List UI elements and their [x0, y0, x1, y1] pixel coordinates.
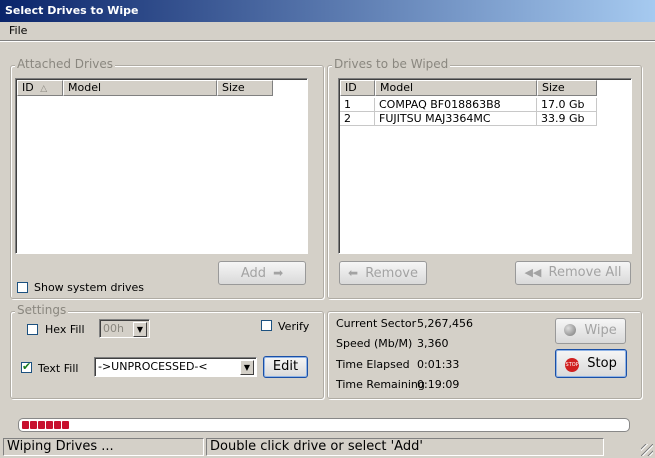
row-size: 17.0 Gb — [537, 98, 597, 112]
progress-segment — [54, 421, 61, 429]
progress-segment — [30, 421, 37, 429]
wipe-button[interactable]: Wipe — [555, 318, 626, 344]
speed-value: 3,360 — [417, 337, 449, 350]
wipe-col-model[interactable]: Model — [375, 80, 537, 96]
show-system-drives-checkbox[interactable] — [17, 282, 28, 293]
hex-fill-label: Hex Fill — [45, 323, 85, 336]
title-bar: Select Drives to Wipe — [0, 0, 655, 22]
current-sector-label: Current Sector — [336, 317, 417, 330]
status-text-right: Double click drive or select 'Add' — [206, 438, 604, 456]
edit-button[interactable]: Edit — [263, 356, 308, 378]
remove-all-button[interactable]: ◀◀ Remove All — [515, 261, 631, 285]
verify-label: Verify — [278, 320, 310, 333]
sort-ascending-icon: △ — [40, 84, 48, 94]
row-size: 33.9 Gb — [537, 112, 597, 126]
stop-sign-icon: STOP — [565, 358, 580, 372]
menu-separator — [0, 40, 655, 42]
wipe-progress-bar — [18, 418, 630, 432]
row-id: 1 — [340, 98, 375, 112]
settings-legend: Settings — [15, 303, 69, 317]
attached-col-size[interactable]: Size — [217, 80, 273, 96]
current-sector-value: 5,267,456 — [417, 317, 473, 330]
time-remaining-value: 0:19:09 — [417, 378, 460, 391]
arrow-left-icon: ⬅ — [348, 266, 359, 280]
drives-to-wipe-list[interactable]: ID Model Size 1 COMPAQ BF018863B8 17.0 G… — [338, 78, 632, 254]
add-button[interactable]: Add ➡ — [218, 261, 306, 285]
speed-label: Speed (Mb/M) — [336, 337, 413, 350]
wipe-col-id[interactable]: ID — [340, 80, 375, 96]
verify-checkbox[interactable] — [261, 320, 272, 331]
attached-col-id[interactable]: ID △ — [17, 80, 63, 96]
show-system-drives-label: Show system drives — [34, 281, 145, 294]
row-model: FUJITSU MAJ3364MC — [375, 112, 537, 126]
window-title: Select Drives to Wipe — [5, 4, 139, 17]
time-elapsed-value: 0:01:33 — [417, 358, 460, 371]
time-elapsed-label: Time Elapsed — [336, 358, 410, 371]
stop-button[interactable]: STOP Stop — [555, 349, 627, 378]
wipe-col-size[interactable]: Size — [537, 80, 597, 96]
row-id: 2 — [340, 112, 375, 126]
progress-segment — [62, 421, 69, 429]
chevron-down-icon: ▼ — [133, 322, 147, 337]
row-model: COMPAQ BF018863B8 — [375, 98, 537, 112]
time-remaining-label: Time Remaining — [336, 378, 425, 391]
gray-circle-icon — [564, 324, 577, 336]
progress-segment — [46, 421, 53, 429]
text-fill-label: Text Fill — [38, 362, 79, 375]
menu-bar: File — [0, 22, 655, 40]
text-fill-select[interactable]: ->UNPROCESSED-< ▼ — [94, 357, 257, 377]
hex-value-select[interactable]: 00h ▼ — [99, 319, 150, 338]
arrow-right-icon: ➡ — [273, 266, 284, 280]
hex-fill-checkbox[interactable] — [27, 324, 38, 335]
progress-segment — [22, 421, 29, 429]
attached-drives-legend: Attached Drives — [15, 57, 116, 71]
size-grip-icon[interactable] — [641, 444, 653, 456]
chevron-down-icon: ▼ — [240, 360, 254, 375]
attached-drives-list[interactable]: ID △ Model Size — [15, 78, 308, 254]
rewind-icon: ◀◀ — [524, 266, 542, 279]
text-fill-checkbox[interactable]: ✔ — [21, 360, 32, 373]
attached-col-model[interactable]: Model — [63, 80, 217, 96]
progress-segment — [38, 421, 45, 429]
remove-button[interactable]: ⬅ Remove — [339, 261, 427, 285]
drives-to-wipe-legend: Drives to be Wiped — [332, 57, 451, 71]
status-text-left: Wiping Drives ... — [3, 438, 204, 456]
menu-file[interactable]: File — [9, 24, 27, 37]
checkmark-icon: ✔ — [22, 360, 32, 373]
